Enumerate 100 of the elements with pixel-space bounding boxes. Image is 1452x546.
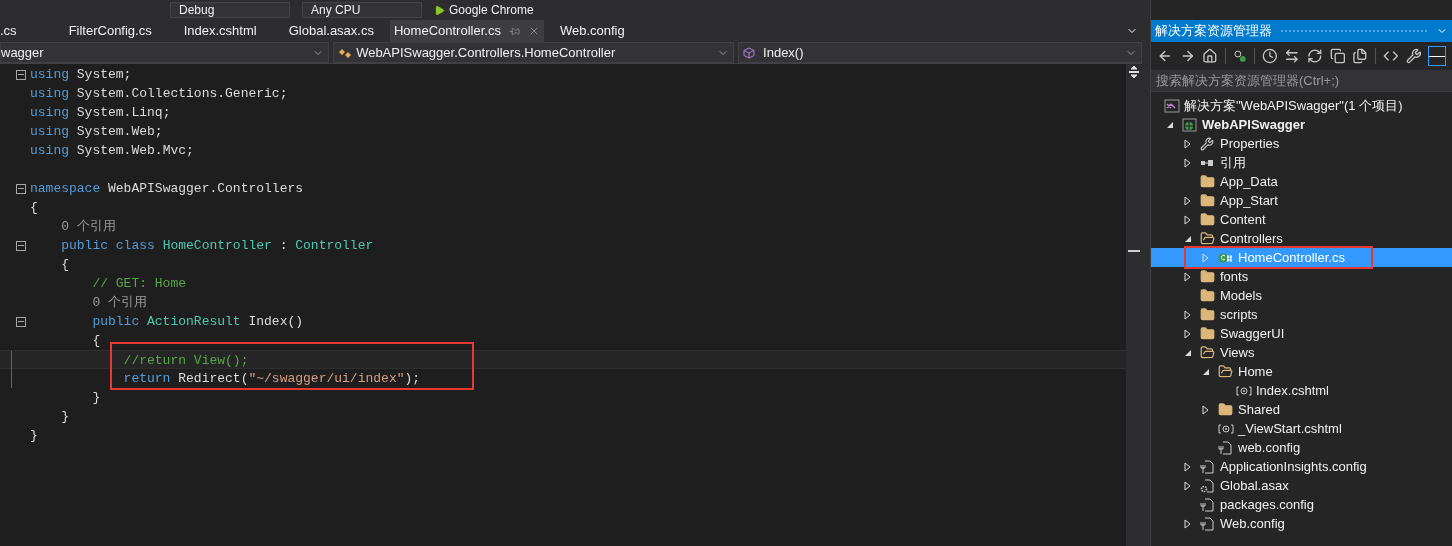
tree-item-label: Index.cshtml (1256, 381, 1329, 400)
expanded-arrow-icon[interactable] (1184, 234, 1192, 243)
collapse-all-icon[interactable] (1329, 48, 1346, 64)
collapse-toggle[interactable] (16, 240, 26, 251)
code-line: return Redirect("~/swagger/ui/index"); (122, 370, 421, 388)
file-tab[interactable]: HomeController.cs (389, 20, 544, 42)
tree-row[interactable]: Web.config (1151, 514, 1452, 533)
config-file-icon (1200, 459, 1214, 474)
folder-icon (1200, 193, 1215, 208)
tree-row[interactable]: 引用 (1151, 153, 1452, 172)
collapsed-arrow-icon[interactable] (1184, 328, 1191, 339)
collapsed-arrow-icon[interactable] (1184, 157, 1191, 168)
file-tab[interactable]: .cs (0, 20, 53, 42)
home-icon[interactable] (1202, 48, 1218, 64)
tree-row[interactable]: Models (1151, 286, 1452, 305)
file-tab[interactable]: FilterConfig.cs (52, 20, 168, 42)
class-icon (338, 46, 353, 59)
pending-changes-icon[interactable] (1261, 48, 1278, 64)
tree-row[interactable]: App_Data (1151, 172, 1452, 191)
code-line: using System.Linq; (30, 104, 171, 122)
collapsed-arrow-icon[interactable] (1184, 271, 1191, 282)
file-tab[interactable]: Global.asax.cs (272, 20, 390, 42)
tree-row[interactable]: SwaggerUI (1151, 324, 1452, 343)
tree-item-label: web.config (1238, 438, 1301, 457)
tree-item-label: Content (1220, 210, 1266, 229)
collapsed-arrow-icon[interactable] (1184, 518, 1191, 529)
collapsed-arrow-icon[interactable] (1184, 195, 1191, 206)
tree-item-label: scripts (1220, 305, 1258, 324)
code-line: 0 个引用 (91, 294, 147, 312)
open-folder-icon (1200, 345, 1215, 360)
collapsed-arrow-icon[interactable] (1202, 404, 1209, 415)
csharp-file-icon (1218, 251, 1234, 264)
collapsed-arrow-icon[interactable] (1184, 138, 1191, 149)
tree-item-label: Models (1220, 286, 1262, 305)
code-line: // GET: Home (91, 275, 187, 293)
tree-row[interactable]: Index.cshtml (1151, 381, 1452, 400)
collapsed-arrow-icon[interactable] (1184, 309, 1191, 320)
open-folder-icon (1218, 364, 1233, 379)
configuration-dropdown[interactable]: Debug (170, 2, 290, 18)
folder-icon (1200, 326, 1215, 341)
collapsed-arrow-icon[interactable] (1184, 480, 1191, 491)
tree-row[interactable]: Content (1151, 210, 1452, 229)
code-line: using System; (30, 66, 132, 84)
code-line: 0 个引用 (60, 218, 116, 236)
tree-row[interactable]: Properties (1151, 134, 1452, 153)
tree-row[interactable]: App_Start (1151, 191, 1452, 210)
tree-row[interactable]: Home (1151, 362, 1452, 381)
member-dropdown[interactable]: Index() (738, 42, 1142, 63)
collapse-toggle[interactable] (16, 69, 26, 80)
tree-item-label: 解决方案"WebAPISwagger"(1 个项目) (1184, 96, 1403, 115)
file-tab[interactable]: Web.config (543, 20, 641, 42)
search-field[interactable]: 搜索解决方案资源管理器(Ctrl+;) (1151, 70, 1452, 92)
code-line: } (30, 427, 38, 445)
type-dropdown[interactable]: WebAPISwagger.Controllers.HomeController (333, 42, 735, 63)
tree-item-label: App_Start (1220, 191, 1278, 210)
project-dropdown[interactable]: wagger (0, 42, 330, 63)
open-folder-icon (1200, 231, 1215, 246)
sync-icon[interactable] (1233, 49, 1247, 63)
tree-row[interactable]: Controllers (1151, 229, 1452, 248)
tree-item-label: _ViewStart.cshtml (1238, 419, 1342, 438)
tree-row[interactable]: scripts (1151, 305, 1452, 324)
collapse-toggle[interactable] (16, 183, 26, 194)
collapsed-arrow-icon[interactable] (1184, 214, 1191, 225)
refresh-icon[interactable] (1307, 48, 1323, 64)
tree-row[interactable]: 解决方案"WebAPISwagger"(1 个项目) (1151, 96, 1452, 115)
tree-row[interactable]: _ViewStart.cshtml (1151, 419, 1452, 438)
scrollbar[interactable] (1126, 64, 1142, 546)
tree-row[interactable]: packages.config (1151, 495, 1452, 514)
tree-row[interactable]: Global.asax (1151, 476, 1452, 495)
tree-row[interactable]: Shared (1151, 400, 1452, 419)
collapsed-arrow-icon[interactable] (1184, 461, 1191, 472)
tree-row[interactable]: Views (1151, 343, 1452, 362)
run-button[interactable]: Google Chrome (434, 2, 534, 18)
config-file-icon (1218, 440, 1232, 455)
tree-row[interactable]: ApplicationInsights.config (1151, 457, 1452, 476)
folder-icon (1200, 269, 1215, 284)
settings-icon[interactable] (1405, 48, 1422, 64)
show-all-files-icon[interactable] (1352, 48, 1369, 64)
view-code-icon[interactable] (1383, 48, 1399, 64)
tree-item-label: Views (1220, 343, 1255, 362)
expanded-arrow-icon[interactable] (1184, 348, 1192, 357)
tree-row[interactable]: WebAPISwagger (1151, 115, 1452, 134)
swap-icon[interactable] (1284, 48, 1301, 64)
panel-title: 解决方案资源管理器 (1155, 22, 1272, 41)
expanded-arrow-icon[interactable] (1166, 120, 1174, 129)
collapse-toggle[interactable] (16, 316, 26, 327)
code-line: using System.Collections.Generic; (30, 85, 288, 103)
platform-dropdown[interactable]: Any CPU (302, 2, 422, 18)
file-tab[interactable]: Index.cshtml (167, 20, 273, 42)
tree-row[interactable]: web.config (1151, 438, 1452, 457)
tree-item-label: WebAPISwagger (1202, 115, 1306, 134)
web-project-icon (1182, 117, 1198, 132)
method-icon (743, 46, 756, 59)
tree-item-label: Controllers (1220, 229, 1283, 248)
tree-item-label: packages.config (1220, 495, 1314, 514)
split-icon[interactable] (1129, 66, 1139, 78)
back-icon[interactable] (1157, 48, 1173, 64)
tree-row[interactable]: fonts (1151, 267, 1452, 286)
preview-toggle[interactable] (1428, 46, 1447, 66)
expanded-arrow-icon[interactable] (1202, 367, 1210, 376)
